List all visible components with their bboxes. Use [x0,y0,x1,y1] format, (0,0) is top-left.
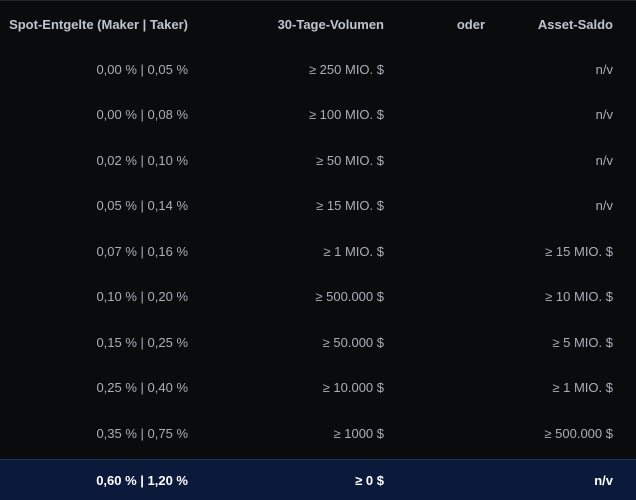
table-row: 0,25 % | 0,40 % ≥ 10.000 $ ≥ 1 MIO. $ [0,365,636,410]
header-spot-fees: Spot-Entgelte (Maker | Taker) [9,16,188,32]
volume-cell: ≥ 1000 $ [333,426,384,441]
balance-cell: ≥ 15 MIO. $ [545,244,613,259]
volume-cell: ≥ 500.000 $ [315,289,384,304]
fee-cell: 0,07 % | 0,16 % [96,244,188,259]
table-row: 0,35 % | 0,75 % ≥ 1000 $ ≥ 500.000 $ [0,411,636,456]
fee-cell: 0,00 % | 0,08 % [96,107,188,122]
balance-cell: n/v [595,107,613,122]
fee-cell: 0,60 % | 1,20 % [96,473,188,488]
balance-cell: ≥ 1 MIO. $ [552,380,613,395]
header-or: oder [456,16,485,32]
fee-cell: 0,10 % | 0,20 % [96,289,188,304]
volume-cell: ≥ 10.000 $ [322,380,384,395]
table-row: 0,00 % | 0,05 % ≥ 250 MIO. $ n/v [0,47,636,92]
header-30-day-volume: 30-Tage-Volumen [277,16,384,32]
table-row: 0,00 % | 0,08 % ≥ 100 MIO. $ n/v [0,92,636,137]
volume-cell: ≥ 100 MIO. $ [308,107,384,122]
table-header-row: Spot-Entgelte (Maker | Taker) 30-Tage-Vo… [0,1,636,47]
balance-cell: n/v [595,198,613,213]
table-row: 0,02 % | 0,10 % ≥ 50 MIO. $ n/v [0,138,636,183]
table-row: 0,05 % | 0,14 % ≥ 15 MIO. $ n/v [0,183,636,228]
volume-cell: ≥ 0 $ [355,473,384,488]
table-row-current-tier: 0,60 % | 1,20 % ≥ 0 $ n/v [0,459,636,500]
fee-cell: 0,05 % | 0,14 % [96,198,188,213]
fee-cell: 0,02 % | 0,10 % [96,153,188,168]
volume-cell: ≥ 15 MIO. $ [316,198,384,213]
table-row: 0,15 % | 0,25 % ≥ 50.000 $ ≥ 5 MIO. $ [0,320,636,365]
volume-cell: ≥ 50 MIO. $ [316,153,384,168]
balance-cell: ≥ 500.000 $ [544,426,613,441]
header-asset-balance: Asset-Saldo [537,16,613,32]
table-row: 0,10 % | 0,20 % ≥ 500.000 $ ≥ 10 MIO. $ [0,274,636,319]
fee-cell: 0,25 % | 0,40 % [96,380,188,395]
fee-tier-table: Spot-Entgelte (Maker | Taker) 30-Tage-Vo… [0,0,636,500]
fee-cell: 0,00 % | 0,05 % [96,62,188,77]
balance-cell: n/v [595,153,613,168]
balance-cell: ≥ 5 MIO. $ [552,335,613,350]
volume-cell: ≥ 50.000 $ [322,335,384,350]
fee-cell: 0,15 % | 0,25 % [96,335,188,350]
balance-cell: ≥ 10 MIO. $ [545,289,613,304]
volume-cell: ≥ 1 MIO. $ [323,244,384,259]
table-row: 0,07 % | 0,16 % ≥ 1 MIO. $ ≥ 15 MIO. $ [0,229,636,274]
fee-cell: 0,35 % | 0,75 % [96,426,188,441]
volume-cell: ≥ 250 MIO. $ [308,62,384,77]
balance-cell: n/v [594,473,613,488]
balance-cell: n/v [595,62,613,77]
